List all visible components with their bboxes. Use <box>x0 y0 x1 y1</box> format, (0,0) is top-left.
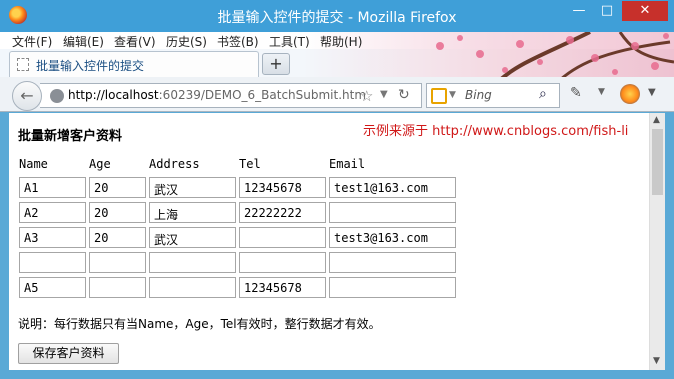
name-input[interactable]: A5 <box>19 277 86 298</box>
tab-label: 批量输入控件的提交 <box>36 59 145 73</box>
address-input[interactable] <box>149 252 236 273</box>
title-bar: 批量输入控件的提交 - Mozilla Firefox — □ ✕ <box>0 0 674 32</box>
email-input[interactable] <box>329 277 456 298</box>
column-header-address: Address <box>149 157 200 171</box>
addon-tool-icon[interactable]: ✎ <box>570 85 590 105</box>
address-input[interactable]: 上海 <box>149 202 236 223</box>
name-input[interactable]: A2 <box>19 202 86 223</box>
menu-edit[interactable]: 编辑(E) <box>63 33 104 50</box>
tel-input[interactable]: 12345678 <box>239 177 326 198</box>
bing-icon[interactable] <box>431 88 447 104</box>
firefox-menu-dropdown-icon[interactable]: ▼ <box>648 87 656 98</box>
age-input[interactable] <box>89 252 146 273</box>
menu-history[interactable]: 历史(S) <box>166 33 207 50</box>
maximize-button[interactable]: □ <box>594 1 620 21</box>
age-input[interactable]: 20 <box>89 227 146 248</box>
menu-file[interactable]: 文件(F) <box>12 33 52 50</box>
address-input[interactable] <box>149 277 236 298</box>
firefox-menu-icon[interactable] <box>620 84 640 104</box>
window-bottom-border <box>0 370 674 379</box>
page-icon <box>17 58 29 71</box>
address-bar[interactable]: http://localhost:60239/DEMO_6_BatchSubmi… <box>40 83 422 108</box>
age-input[interactable]: 20 <box>89 177 146 198</box>
scroll-down-icon[interactable]: ▼ <box>653 356 660 366</box>
address-input[interactable]: 武汉 <box>149 177 236 198</box>
name-input[interactable]: A1 <box>19 177 86 198</box>
search-input[interactable]: Bing <box>465 88 492 102</box>
column-header-age: Age <box>89 157 111 171</box>
scroll-thumb[interactable] <box>652 129 663 195</box>
email-input[interactable] <box>329 202 456 223</box>
age-input[interactable]: 20 <box>89 202 146 223</box>
tel-input[interactable]: 22222222 <box>239 202 326 223</box>
search-bar[interactable]: ▼ Bing ⌕ <box>426 83 560 108</box>
bookmark-star-icon[interactable]: ☆ <box>360 87 373 105</box>
back-button[interactable]: ← <box>12 81 42 111</box>
column-header-email: Email <box>329 157 366 171</box>
menu-bookmarks[interactable]: 书签(B) <box>217 33 259 50</box>
reload-icon[interactable]: ↻ <box>398 87 410 103</box>
tel-input[interactable] <box>239 227 326 248</box>
column-header-tel: Tel <box>239 157 261 171</box>
url-text[interactable]: http://localhost:60239/DEMO_6_BatchSubmi… <box>68 88 366 102</box>
minimize-button[interactable]: — <box>566 1 592 21</box>
instruction-note: 说明：每行数据只有当Name，Age，Tel有效时，整行数据才有效。 <box>18 317 381 331</box>
page-content: 批量新增客户资料 示例来源于 http://www.cnblogs.com/fi… <box>9 113 649 370</box>
email-input[interactable]: test1@163.com <box>329 177 456 198</box>
close-button[interactable]: ✕ <box>622 1 668 21</box>
globe-icon <box>50 89 64 103</box>
save-customer-button[interactable]: 保存客户资料 <box>18 343 119 364</box>
search-icon[interactable]: ⌕ <box>539 86 547 102</box>
email-input[interactable] <box>329 252 456 273</box>
age-input[interactable] <box>89 277 146 298</box>
address-input[interactable]: 武汉 <box>149 227 236 248</box>
name-input[interactable]: A3 <box>19 227 86 248</box>
tel-input[interactable] <box>239 252 326 273</box>
email-input[interactable]: test3@163.com <box>329 227 456 248</box>
menu-view[interactable]: 查看(V) <box>114 33 156 50</box>
new-tab-button[interactable]: + <box>262 53 290 75</box>
addon-dropdown-icon[interactable]: ▼ <box>598 87 605 97</box>
page-title: 批量新增客户资料 <box>18 129 123 144</box>
tel-input[interactable]: 12345678 <box>239 277 326 298</box>
scroll-up-icon[interactable]: ▲ <box>653 115 660 125</box>
menu-tools[interactable]: 工具(T) <box>269 33 310 50</box>
column-header-name: Name <box>19 157 48 171</box>
history-dropdown-icon[interactable]: ▼ <box>380 89 388 100</box>
name-input[interactable] <box>19 252 86 273</box>
search-engine-dropdown-icon[interactable]: ▼ <box>449 90 456 100</box>
vertical-scrollbar[interactable]: ▲ ▼ <box>649 113 665 370</box>
menu-help[interactable]: 帮助(H) <box>320 33 362 50</box>
tab-batch-submit[interactable]: 批量输入控件的提交 <box>9 51 259 77</box>
source-note: 示例来源于 http://www.cnblogs.com/fish-li <box>363 124 629 139</box>
menu-bar: 文件(F) 编辑(E) 查看(V) 历史(S) 书签(B) 工具(T) 帮助(H… <box>0 32 674 49</box>
